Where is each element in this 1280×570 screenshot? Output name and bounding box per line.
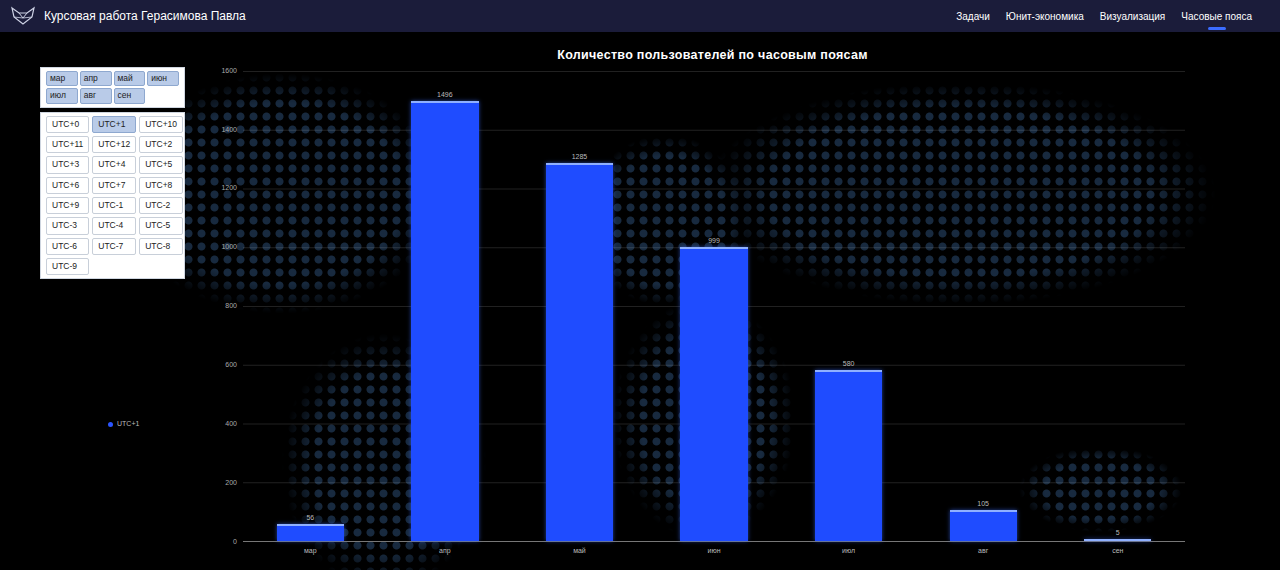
timezone-button[interactable]: UTC-8 <box>139 238 183 255</box>
filter-pane: марапрмайиюниюлавгсен UTC+0UTC+1UTC+10UT… <box>0 32 215 570</box>
bar-value-label: 1285 <box>572 153 588 160</box>
x-label: сен <box>1050 546 1185 557</box>
bar-value-label: 580 <box>843 360 855 367</box>
bar[interactable] <box>1084 539 1151 541</box>
y-tick: 0 <box>215 537 237 547</box>
x-label: апр <box>378 546 513 557</box>
legend-swatch <box>108 422 113 427</box>
x-axis: марапрмайиюниюлавгсен <box>243 542 1185 557</box>
timezone-button[interactable]: UTC-6 <box>46 238 89 255</box>
x-label: июл <box>781 546 916 557</box>
legend-label: UTC+1 <box>117 419 139 430</box>
y-tick: 400 <box>215 419 237 429</box>
y-tick: 600 <box>215 360 237 370</box>
y-tick: 1000 <box>215 242 237 252</box>
month-filter: марапрмайиюн июлавгсен <box>40 67 185 108</box>
timezone-button[interactable]: UTC+10 <box>139 116 183 133</box>
chart-legend: UTC+1 <box>40 419 185 430</box>
timezone-button[interactable]: UTC+1 <box>92 116 136 133</box>
bar-column: 5 <box>1050 71 1185 541</box>
timezone-button[interactable]: UTC+7 <box>92 177 136 194</box>
nav-link[interactable]: Задачи <box>956 7 990 26</box>
y-tick: 1200 <box>215 183 237 193</box>
bar[interactable] <box>546 163 613 540</box>
y-tick: 200 <box>215 478 237 488</box>
timezone-button[interactable]: UTC+9 <box>46 197 89 214</box>
month-button[interactable]: апр <box>80 71 112 86</box>
nav-link[interactable]: Часовые пояса <box>1181 7 1252 26</box>
timezone-button[interactable]: UTC-3 <box>46 217 89 234</box>
nav-menu: Задачи Юнит-экономика Визуализация Часовые … <box>956 7 1252 26</box>
x-label: май <box>512 546 647 557</box>
timezone-button[interactable]: UTC-4 <box>92 217 136 234</box>
bar[interactable] <box>277 524 344 540</box>
timezone-button[interactable]: UTC+0 <box>46 116 89 133</box>
x-label: мар <box>243 546 378 557</box>
bar-column: 1496 <box>378 71 513 541</box>
timezone-button[interactable]: UTC+6 <box>46 177 89 194</box>
y-tick: 1400 <box>215 125 237 135</box>
bar-column: 1285 <box>512 71 647 541</box>
timezone-button[interactable]: UTC+3 <box>46 156 89 173</box>
month-button[interactable]: июн <box>147 71 179 86</box>
y-axis: 1600 1400 1200 1000 800 600 400 200 0 <box>215 66 243 547</box>
timezone-button[interactable]: UTC-2 <box>139 197 183 214</box>
bar[interactable] <box>815 370 882 540</box>
bar-column: 56 <box>243 71 378 541</box>
bar[interactable] <box>950 510 1017 541</box>
x-label: июн <box>647 546 782 557</box>
timezone-button[interactable]: UTC+5 <box>139 156 183 173</box>
timezone-button[interactable]: UTC-9 <box>46 258 89 275</box>
brand: Курсовая работа Герасимова Павла <box>10 6 246 26</box>
bar-chart: Количество пользователей по часовым пояс… <box>215 32 1280 570</box>
bar-column: 105 <box>916 71 1051 541</box>
page-title: Курсовая работа Герасимова Павла <box>44 7 246 25</box>
top-navbar: Курсовая работа Герасимова Павла Задачи Ю… <box>0 0 1280 32</box>
timezone-button[interactable]: UTC+11 <box>46 136 89 153</box>
bar-value-label: 56 <box>306 514 314 521</box>
bar-value-label: 5 <box>1116 529 1120 536</box>
x-label: авг <box>916 546 1051 557</box>
nav-link[interactable]: Юнит-экономика <box>1006 7 1084 26</box>
timezone-button[interactable]: UTC+2 <box>139 136 183 153</box>
chart-title: Количество пользователей по часовым пояс… <box>240 46 1185 65</box>
fox-logo-icon <box>10 6 36 26</box>
timezone-button[interactable]: UTC+4 <box>92 156 136 173</box>
timezone-filter: UTC+0UTC+1UTC+10UTC+11UTC+12UTC+2UTC+3UT… <box>40 112 185 280</box>
timezone-button[interactable]: UTC+8 <box>139 177 183 194</box>
plot-area: 56 1496 1285 999 580 105 5 <box>243 71 1185 542</box>
month-button[interactable]: сен <box>114 88 146 103</box>
timezone-button[interactable]: UTC-7 <box>92 238 136 255</box>
timezone-button[interactable]: UTC+12 <box>92 136 136 153</box>
month-button[interactable]: июл <box>46 88 78 103</box>
nav-link[interactable]: Визуализация <box>1100 7 1165 26</box>
bar-value-label: 105 <box>977 500 989 507</box>
bar[interactable] <box>411 101 478 540</box>
y-tick: 1600 <box>215 66 237 76</box>
bar-column: 580 <box>781 71 916 541</box>
bar[interactable] <box>680 247 747 540</box>
y-tick: 800 <box>215 301 237 311</box>
main-area: марапрмайиюниюлавгсен UTC+0UTC+1UTC+10UT… <box>0 32 1280 570</box>
bar-column: 999 <box>647 71 782 541</box>
month-button[interactable]: авг <box>80 88 112 103</box>
bar-value-label: 999 <box>708 237 720 244</box>
month-button[interactable]: мар <box>46 71 78 86</box>
timezone-button[interactable]: UTC-1 <box>92 197 136 214</box>
timezone-button[interactable]: UTC-5 <box>139 217 183 234</box>
month-button[interactable]: май <box>114 71 146 86</box>
bar-value-label: 1496 <box>437 91 453 98</box>
